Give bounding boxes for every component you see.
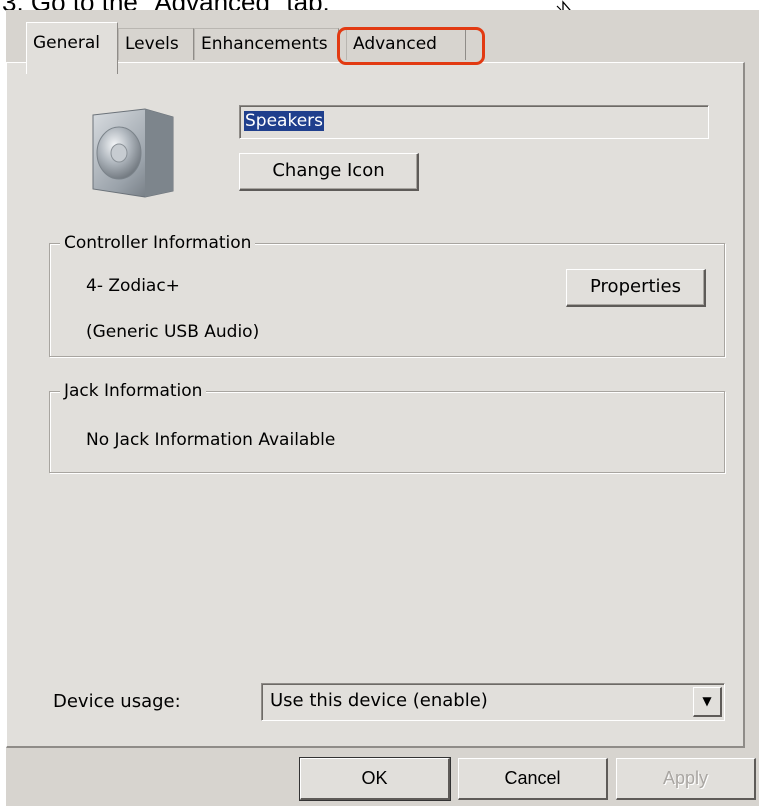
controller-name: 4- Zodiac+	[86, 276, 180, 296]
apply-button[interactable]: Apply	[616, 758, 756, 800]
cancel-button[interactable]: Cancel	[458, 758, 608, 800]
device-name-value: Speakers	[244, 111, 325, 131]
speaker-icon	[92, 108, 174, 198]
jack-information-group: Jack Information No Jack Information Ava…	[49, 379, 725, 473]
controller-information-heading: Controller Information	[60, 231, 256, 255]
jack-information-heading: Jack Information	[60, 379, 207, 403]
device-usage-label: Device usage:	[53, 691, 181, 712]
tab-enhancements[interactable]: Enhancements	[194, 28, 339, 60]
tab-levels-label: Levels	[125, 34, 179, 54]
general-tab-panel: Speakers Change Icon Controller Informat…	[6, 62, 745, 748]
tab-enhancements-label: Enhancements	[201, 34, 328, 54]
tab-general-label: General	[33, 33, 100, 53]
advanced-tab-highlight	[337, 27, 485, 65]
tab-levels[interactable]: Levels	[118, 28, 194, 60]
sound-properties-dialog: General Levels Enhancements Advanced Spe…	[6, 10, 759, 806]
tab-general[interactable]: General	[26, 22, 118, 74]
jack-information-text: No Jack Information Available	[86, 430, 336, 450]
device-usage-value: Use this device (enable)	[270, 690, 488, 711]
chevron-down-icon[interactable]: ▼	[693, 687, 722, 717]
change-icon-button[interactable]: Change Icon	[239, 153, 419, 191]
ok-button[interactable]: OK	[300, 758, 450, 800]
controller-information-group: Controller Information 4- Zodiac+ (Gener…	[49, 231, 725, 357]
device-name-input[interactable]: Speakers	[239, 105, 709, 139]
device-usage-select[interactable]: Use this device (enable) ▼	[261, 683, 725, 721]
properties-button[interactable]: Properties	[566, 269, 706, 307]
controller-driver: (Generic USB Audio)	[86, 322, 260, 342]
